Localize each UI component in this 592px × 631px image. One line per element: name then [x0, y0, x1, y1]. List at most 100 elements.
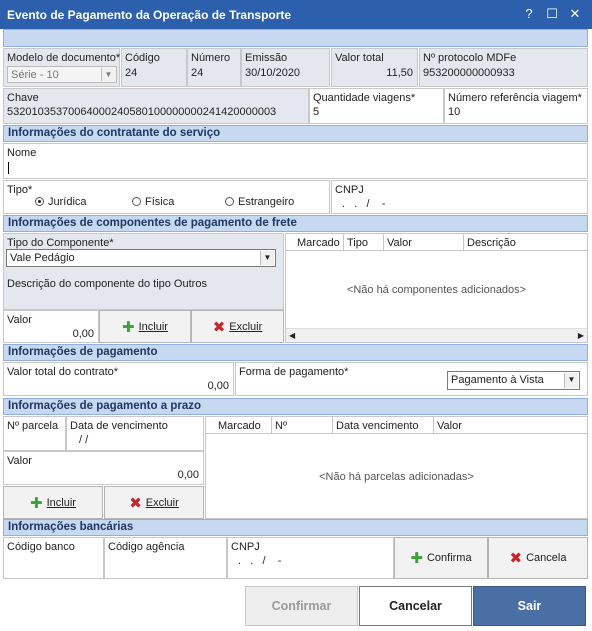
protocolo-label: Nº protocolo MDFe: [423, 52, 517, 64]
quantidade-viagens-field[interactable]: Quantidade viagens* 5: [309, 88, 444, 124]
radio-fisica-label: Física: [145, 196, 175, 208]
codigo-label: Código: [125, 52, 160, 64]
excluir-parcela-button[interactable]: ✖ Excluir: [104, 486, 204, 519]
valor-componente-label: Valor: [7, 314, 32, 326]
codigo-banco-field[interactable]: Código banco: [3, 537, 104, 579]
col-valor[interactable]: Valor: [387, 237, 412, 249]
emissao-value: 30/10/2020: [245, 67, 301, 79]
col-separator: [463, 234, 464, 251]
codigo-agencia-field[interactable]: Código agência: [104, 537, 227, 579]
radio-juridica[interactable]: Jurídica: [35, 196, 87, 208]
top-band: [3, 29, 588, 47]
valor-parcela-field[interactable]: Valor 0,00: [3, 451, 204, 485]
col-valor[interactable]: Valor: [437, 420, 462, 432]
maximize-button[interactable]: ☐: [543, 5, 561, 23]
radio-estrangeiro-label: Estrangeiro: [238, 196, 295, 208]
modelo-documento-label: Modelo de documento*: [7, 52, 121, 64]
protocolo-value: 953200000000933: [423, 67, 515, 79]
help-button[interactable]: ?: [520, 5, 538, 23]
valor-total-contrato-value: 0,00: [207, 380, 229, 392]
modelo-documento-select[interactable]: Série - 10 ▼: [7, 66, 117, 83]
numero-referencia-viagem-field[interactable]: Número referência viagem* 10: [444, 88, 588, 124]
incluir-parcela-label: Incluir: [46, 496, 76, 509]
sair-button[interactable]: Sair: [473, 586, 586, 626]
cancela-bancarias-button[interactable]: ✖ Cancela: [488, 537, 588, 579]
window-title: Evento de Pagamento da Operação de Trans…: [7, 8, 292, 22]
title-bar: Evento de Pagamento da Operação de Trans…: [0, 0, 592, 29]
modelo-documento-value: Série - 10: [11, 69, 59, 81]
tipo-componente-label: Tipo do Componente*: [7, 237, 114, 249]
cnpj-contratante-field[interactable]: CNPJ . . / -: [331, 180, 588, 214]
componentes-grid[interactable]: Marcado Tipo Valor Descrição <Não há com…: [285, 233, 588, 343]
scroll-left-icon[interactable]: ◀: [289, 331, 295, 340]
componentes-empty-message: <Não há componentes adicionados>: [346, 284, 527, 296]
incluir-componente-label: Incluir: [138, 320, 168, 333]
emissao-field: Emissão 30/10/2020: [241, 48, 330, 87]
horizontal-scrollbar[interactable]: ◀ ▶: [286, 328, 587, 342]
col-marcado[interactable]: Marcado: [297, 237, 340, 249]
codigo-value: 24: [125, 67, 138, 79]
plus-icon: ✚: [410, 550, 423, 567]
valor-total-doc-label: Valor total: [335, 52, 384, 64]
close-button[interactable]: ✕: [566, 5, 584, 23]
radio-selected-icon: [35, 197, 44, 206]
tipo-componente-value: Vale Pedágio: [10, 252, 75, 264]
numero-referencia-viagem-value: 10: [448, 106, 461, 118]
col-tipo[interactable]: Tipo: [347, 237, 368, 249]
data-vencimento-field[interactable]: Data de vencimento / /: [66, 416, 204, 451]
numero-parcela-label: Nº parcela: [7, 420, 59, 432]
radio-unselected-icon: [132, 197, 141, 206]
valor-total-contrato-field[interactable]: Valor total do contrato* 0,00: [3, 362, 234, 396]
forma-pagamento-label: Forma de pagamento*: [239, 366, 349, 378]
parcelas-empty-message: <Não há parcelas adicionadas>: [319, 471, 474, 483]
numero-label: Número: [191, 52, 231, 64]
valor-componente-field[interactable]: Valor 0,00: [3, 310, 99, 343]
chave-value: 5320103537006400024058010000000024142000…: [7, 106, 277, 118]
col-separator: [433, 417, 434, 434]
confirmar-button[interactable]: Confirmar: [245, 586, 358, 626]
excluir-parcela-label: Excluir: [145, 496, 179, 509]
col-separator: [343, 234, 344, 251]
excluir-componente-button[interactable]: ✖ Excluir: [191, 310, 284, 343]
nome-label: Nome: [7, 147, 37, 159]
nome-field[interactable]: Nome: [3, 143, 588, 179]
delete-x-icon: ✖: [509, 550, 523, 567]
chevron-down-icon: ▼: [101, 68, 115, 81]
valor-parcela-value: 0,00: [177, 469, 199, 481]
tipo-componente-select[interactable]: Vale Pedágio ▼: [6, 249, 276, 267]
dialog-window: Evento de Pagamento da Operação de Trans…: [0, 0, 592, 631]
incluir-parcela-button[interactable]: ✚ Incluir: [3, 486, 103, 519]
col-marcado[interactable]: Marcado: [218, 420, 261, 432]
radio-estrangeiro[interactable]: Estrangeiro: [225, 196, 294, 208]
cnpj-contratante-mask: . . / -: [342, 198, 386, 210]
radio-fisica[interactable]: Física: [132, 196, 174, 208]
cnpj-contratante-label: CNPJ: [335, 184, 364, 196]
componente-form: Tipo do Componente* Descrição do compone…: [3, 233, 284, 310]
valor-componente-value: 0,00: [72, 328, 94, 340]
cnpj-banco-label: CNPJ: [231, 541, 260, 553]
tipo-label: Tipo*: [7, 184, 33, 196]
plus-icon: ✚: [30, 494, 43, 512]
col-numero[interactable]: Nº: [275, 420, 287, 432]
forma-pagamento-select[interactable]: Pagamento à Vista ▼: [447, 371, 580, 390]
col-data-vencimento[interactable]: Data vencimento: [336, 420, 419, 432]
modelo-documento-field: Modelo de documento* Série - 10 ▼: [3, 48, 120, 87]
numero-referencia-viagem-label: Número referência viagem*: [448, 92, 582, 104]
cnpj-banco-field[interactable]: CNPJ . . / -: [227, 537, 394, 579]
incluir-componente-button[interactable]: ✚ Incluir: [99, 310, 191, 343]
col-descricao[interactable]: Descrição: [467, 237, 516, 249]
confirma-bancarias-button[interactable]: ✚ Confirma: [394, 537, 488, 579]
confirma-bancarias-label: Confirma: [426, 552, 472, 564]
section-contratante: Informações do contratante do serviço: [3, 125, 588, 142]
data-vencimento-label: Data de vencimento: [70, 420, 168, 432]
section-bancarias: Informações bancárias: [3, 519, 588, 536]
numero-parcela-field[interactable]: Nº parcela: [3, 416, 66, 451]
radio-unselected-icon: [225, 197, 234, 206]
cnpj-banco-mask: . . / -: [238, 555, 282, 567]
excluir-componente-label: Excluir: [229, 320, 263, 333]
parcelas-grid[interactable]: Marcado Nº Data vencimento Valor <Não há…: [205, 416, 588, 519]
valor-total-doc-value: 11,50: [386, 67, 413, 79]
forma-pagamento-value: Pagamento à Vista: [451, 374, 544, 386]
scroll-right-icon[interactable]: ▶: [578, 331, 584, 340]
cancelar-button[interactable]: Cancelar: [359, 586, 472, 626]
